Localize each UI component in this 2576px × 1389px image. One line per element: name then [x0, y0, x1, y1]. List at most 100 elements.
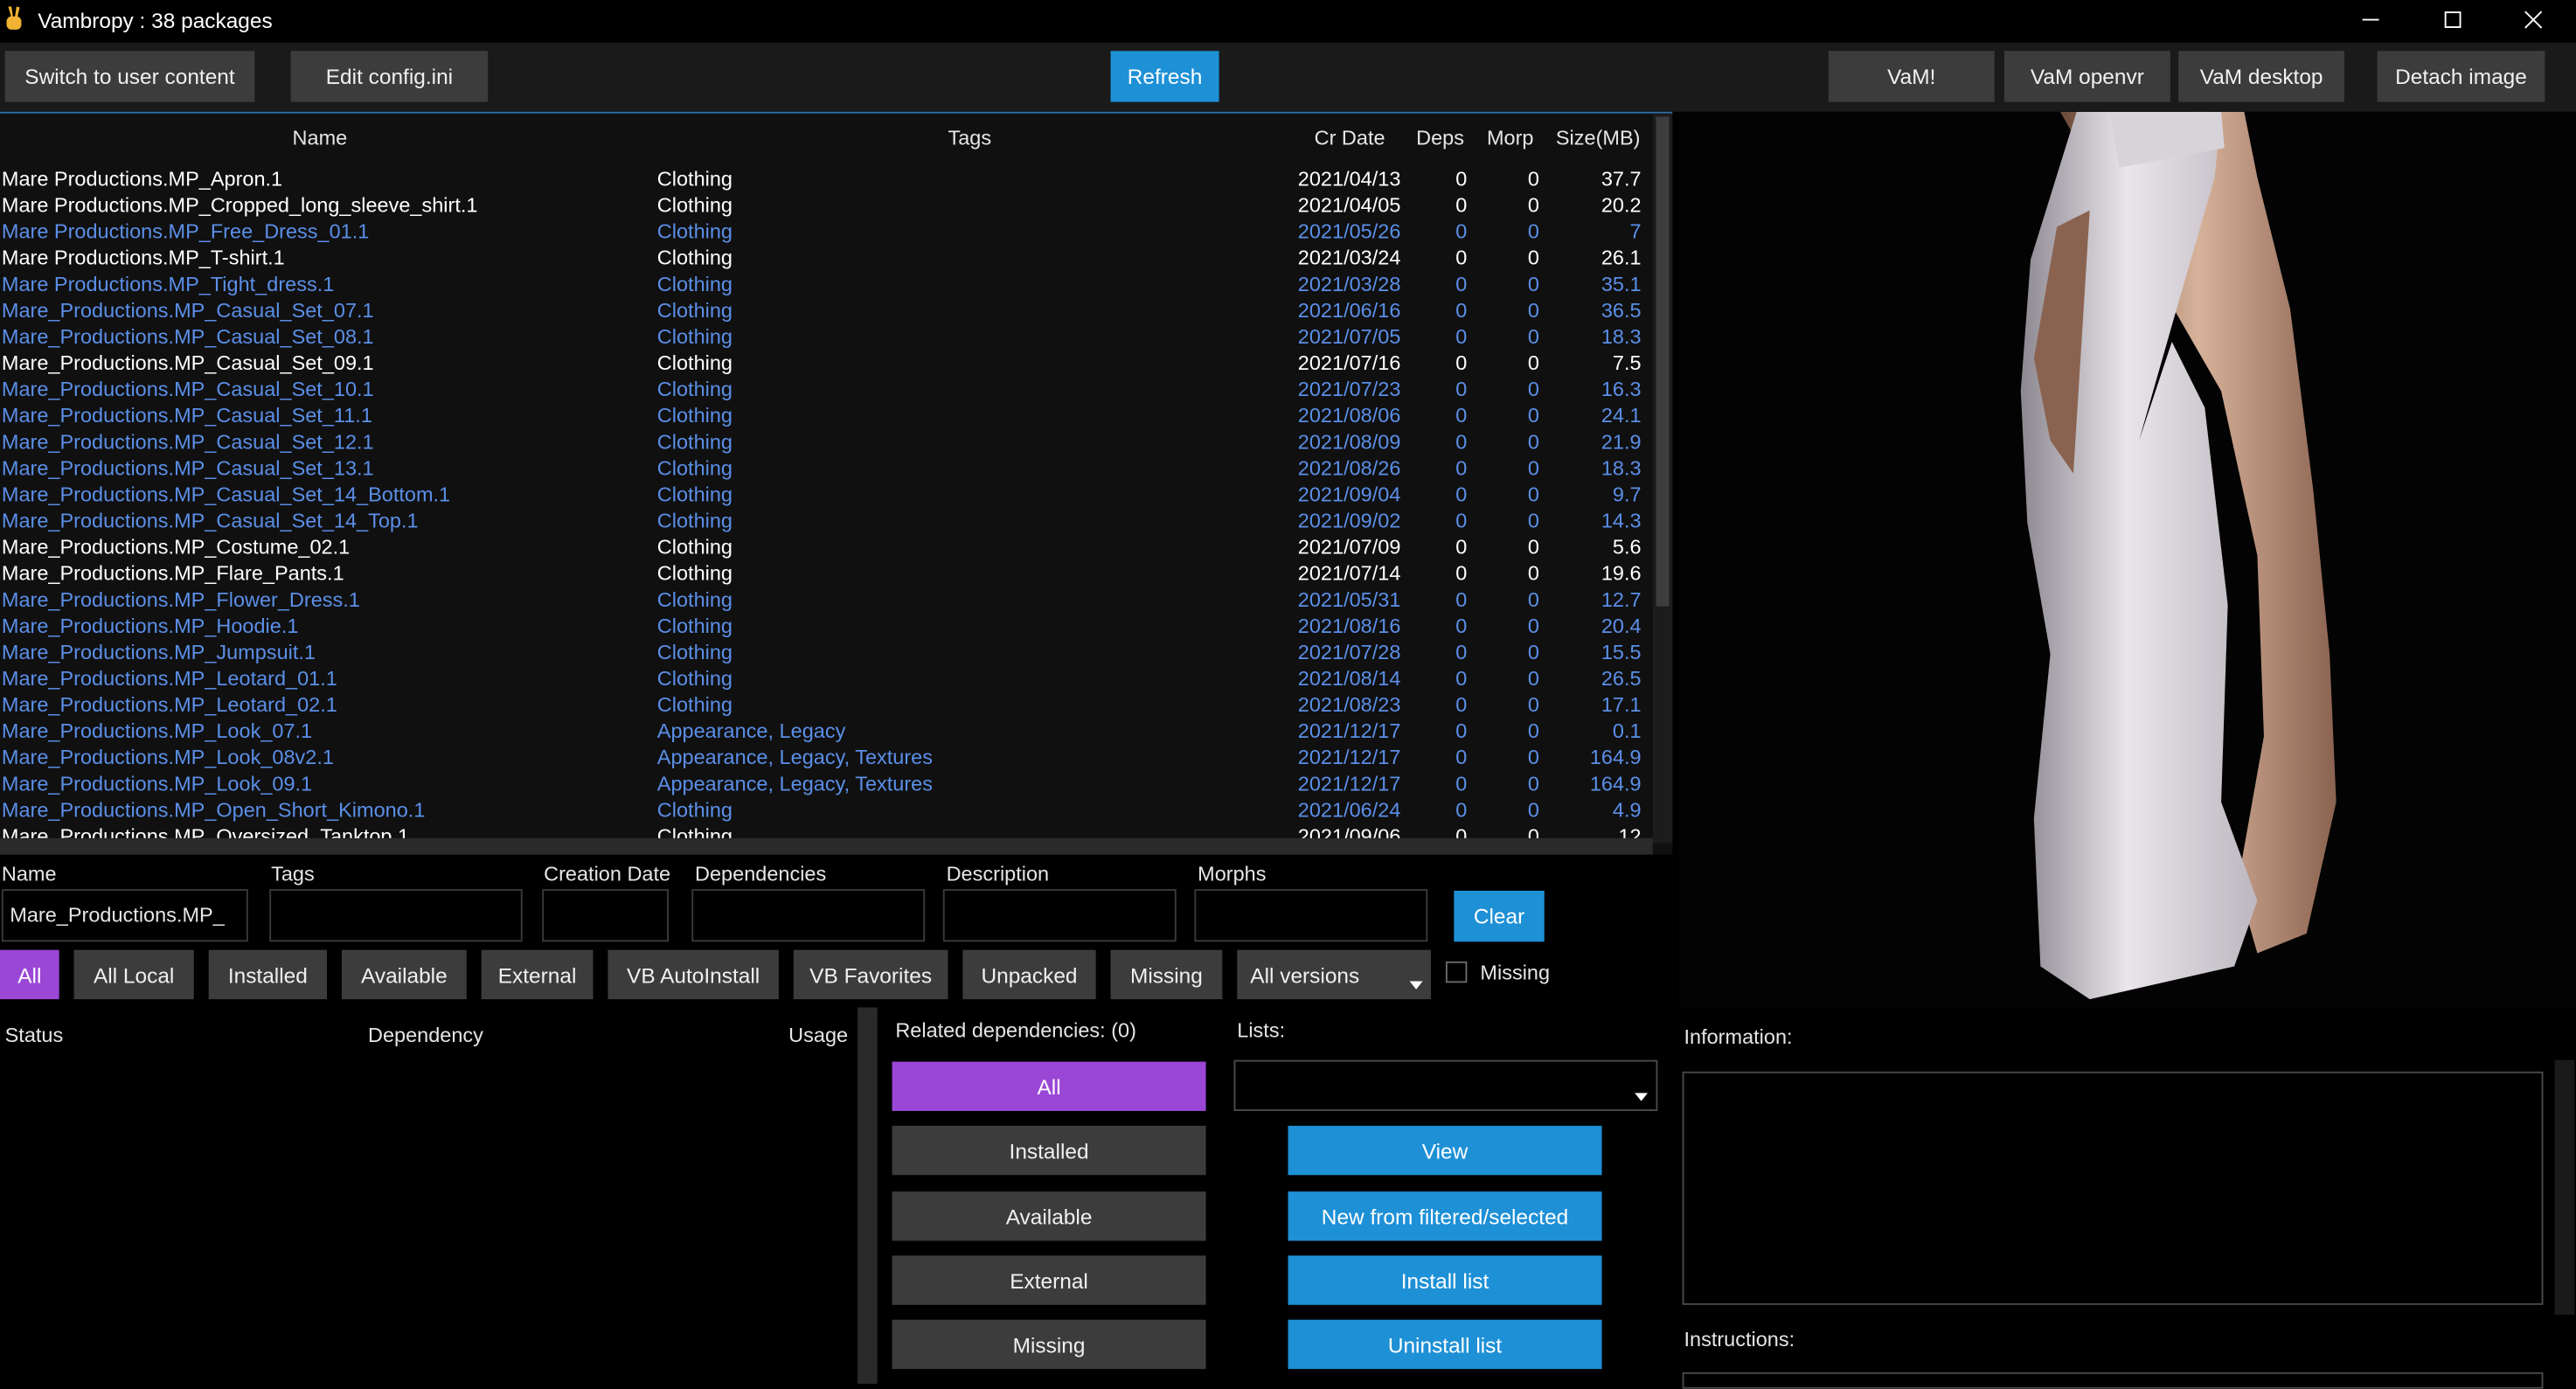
column-header-name[interactable]: Name	[293, 127, 348, 149]
table-row[interactable]: Mare_Productions.MP_Casual_Set_07.1 Cloth…	[0, 297, 1651, 323]
filter-tab-vb-favorites[interactable]: VB Favorites	[793, 949, 948, 1000]
table-row[interactable]: Mare Productions.MP_Free_Dress_01.1 Cloth…	[0, 219, 1651, 245]
tags-filter-input[interactable]	[269, 889, 523, 942]
clear-filters-button[interactable]: Clear	[1454, 891, 1545, 942]
version-select[interactable]: All versions	[1237, 949, 1432, 1000]
maximize-icon[interactable]	[2415, 0, 2490, 39]
table-row[interactable]: Mare_Productions.MP_Hoodie.1 Clothing 2021…	[0, 613, 1651, 639]
detach-image-button[interactable]: Detach image	[2377, 51, 2545, 102]
refresh-button[interactable]: Refresh	[1110, 51, 1219, 102]
table-row[interactable]: Mare_Productions.MP_Flare_Pants.1 Clothin…	[0, 560, 1651, 587]
package-tags-cell: Clothing	[656, 430, 733, 454]
lists-label: Lists:	[1237, 1018, 1286, 1042]
table-row[interactable]: Mare_Productions.MP_Casual_Set_11.1 Cloth…	[0, 403, 1651, 429]
table-row[interactable]: Mare_Productions.MP_Open_Short_Kimono.1 C…	[0, 797, 1651, 823]
dependency-table-scrollbar[interactable]	[858, 1007, 878, 1385]
minimize-icon[interactable]	[2333, 0, 2408, 39]
install-list-button[interactable]: Install list	[1288, 1255, 1602, 1305]
lists-select[interactable]	[1233, 1059, 1658, 1111]
table-row[interactable]: Mare_Productions.MP_Leotard_02.1 Clothing…	[0, 692, 1651, 719]
package-tags-cell: Clothing	[656, 351, 733, 375]
table-row[interactable]: Mare_Productions.MP_Look_07.1 Appearance,…	[0, 719, 1651, 745]
table-row[interactable]: Mare_Productions.MP_Look_08v2.1 Appearanc…	[0, 745, 1651, 771]
filter-tab-missing[interactable]: Missing	[1110, 949, 1223, 1000]
filter-tab-available[interactable]: Available	[341, 949, 467, 1000]
edit-config-button[interactable]: Edit config.ini	[290, 51, 489, 102]
filter-tab-vb-autoinstall[interactable]: VB AutoInstall	[608, 949, 779, 1000]
table-row[interactable]: Mare_Productions.MP_Casual_Set_12.1 Cloth…	[0, 429, 1651, 455]
name-filter-input[interactable]: Mare_Productions.MP_	[1, 889, 248, 942]
new-from-filtered-button[interactable]: New from filtered/selected	[1288, 1191, 1602, 1241]
vam-desktop-button[interactable]: VaM desktop	[2178, 51, 2345, 102]
package-size-cell: 18.3	[1600, 325, 1642, 349]
package-size-cell: 18.3	[1600, 456, 1642, 480]
table-row[interactable]: Mare_Productions.MP_Casual_Set_09.1 Cloth…	[0, 350, 1651, 376]
filter-tab-all[interactable]: All	[0, 949, 59, 1000]
column-header-usage[interactable]: Usage	[788, 1024, 848, 1046]
package-name-cell: Mare Productions.MP_Apron.1	[1, 167, 283, 191]
table-row[interactable]: Mare_Productions.MP_Casual_Set_14_Top.1 C…	[0, 508, 1651, 534]
package-name-cell: Mare_Productions.MP_Casual_Set_14_Top.1	[1, 509, 419, 533]
package-deps-cell: 0	[1455, 325, 1468, 349]
package-size-cell: 16.3	[1600, 378, 1642, 401]
creation-date-filter-input[interactable]	[542, 889, 669, 942]
table-row[interactable]: Mare Productions.MP_T-shirt.1 Clothing 202…	[0, 245, 1651, 271]
package-size-cell: 4.9	[1612, 798, 1642, 823]
information-textbox[interactable]	[1682, 1071, 2544, 1305]
package-tags-cell: Clothing	[656, 299, 733, 323]
vam-openvr-button[interactable]: VaM openvr	[2003, 51, 2170, 102]
package-date-cell: 2021/12/17	[1297, 719, 1401, 743]
view-list-button[interactable]: View	[1288, 1125, 1602, 1176]
instructions-textbox[interactable]	[1682, 1372, 2544, 1389]
table-row[interactable]: Mare Productions.MP_Apron.1 Clothing 2021/…	[0, 166, 1651, 192]
related-installed-button[interactable]: Installed	[892, 1125, 1206, 1176]
related-all-button[interactable]: All	[892, 1061, 1206, 1111]
description-filter-input[interactable]	[942, 889, 1177, 942]
column-header-size[interactable]: Size(MB)	[1556, 127, 1641, 149]
column-header-dependency[interactable]: Dependency	[368, 1024, 483, 1046]
package-name-cell: Mare_Productions.MP_Leotard_02.1	[1, 693, 337, 717]
missing-checkbox[interactable]	[1445, 961, 1468, 983]
scrollbar-thumb[interactable]	[1656, 116, 1670, 607]
table-row[interactable]: Mare_Productions.MP_Casual_Set_13.1 Cloth…	[0, 455, 1651, 482]
dependencies-filter-input[interactable]	[691, 889, 926, 942]
filter-tab-external[interactable]: External	[481, 949, 594, 1000]
table-row[interactable]: Mare_Productions.MP_Casual_Set_14_Bottom…	[0, 482, 1651, 508]
table-row[interactable]: Mare Productions.MP_Tight_dress.1 Clothin…	[0, 271, 1651, 297]
filter-tab-unpacked[interactable]: Unpacked	[962, 949, 1096, 1000]
package-date-cell: 2021/08/16	[1297, 615, 1401, 638]
package-date-cell: 2021/09/04	[1297, 483, 1401, 507]
column-header-status[interactable]: Status	[5, 1024, 64, 1046]
table-row[interactable]: Mare_Productions.MP_Flower_Dress.1 Clothi…	[0, 587, 1651, 613]
instructions-label: Instructions:	[1684, 1328, 1795, 1351]
package-name-cell: Mare Productions.MP_Cropped_long_sleeve_…	[1, 193, 478, 218]
table-row[interactable]: Mare_Productions.MP_Costume_02.1 Clothing…	[0, 534, 1651, 560]
switch-user-content-button[interactable]: Switch to user content	[4, 51, 255, 102]
package-morphs-cell: 0	[1527, 273, 1540, 296]
related-external-button[interactable]: External	[892, 1255, 1206, 1305]
column-header-cr-date[interactable]: Cr Date	[1315, 127, 1385, 149]
related-missing-button[interactable]: Missing	[892, 1319, 1206, 1370]
package-table: Name Tags Cr Date Deps Morp Size(MB) Mar…	[0, 111, 1673, 855]
column-header-morphs[interactable]: Morp	[1487, 127, 1535, 149]
morphs-filter-input[interactable]	[1194, 889, 1428, 942]
table-row[interactable]: Mare_Productions.MP_Casual_Set_10.1 Cloth…	[0, 377, 1651, 403]
close-icon[interactable]	[2496, 0, 2571, 39]
table-row[interactable]: Mare_Productions.MP_Leotard_01.1 Clothing…	[0, 665, 1651, 691]
package-name-cell: Mare_Productions.MP_Casual_Set_12.1	[1, 430, 374, 454]
uninstall-list-button[interactable]: Uninstall list	[1288, 1319, 1602, 1370]
table-row[interactable]: Mare Productions.MP_Cropped_long_sleeve_…	[0, 192, 1651, 219]
related-available-button[interactable]: Available	[892, 1191, 1206, 1241]
package-morphs-cell: 0	[1527, 615, 1540, 638]
vam-button[interactable]: VaM!	[1828, 51, 1995, 102]
filter-tab-installed[interactable]: Installed	[208, 949, 328, 1000]
table-row[interactable]: Mare_Productions.MP_Casual_Set_08.1 Cloth…	[0, 323, 1651, 350]
table-row[interactable]: Mare_Productions.MP_Look_09.1 Appearance,…	[0, 771, 1651, 797]
package-deps-cell: 0	[1455, 693, 1468, 717]
information-scrollbar[interactable]	[2554, 1059, 2575, 1316]
filter-tab-all-local[interactable]: All Local	[73, 949, 194, 1000]
table-row[interactable]: Mare_Productions.MP_Jumpsuit.1 Clothing 20…	[0, 639, 1651, 665]
column-header-deps[interactable]: Deps	[1416, 127, 1464, 149]
package-table-horizontal-scrollbar[interactable]	[0, 837, 1653, 855]
column-header-tags[interactable]: Tags	[948, 127, 991, 149]
